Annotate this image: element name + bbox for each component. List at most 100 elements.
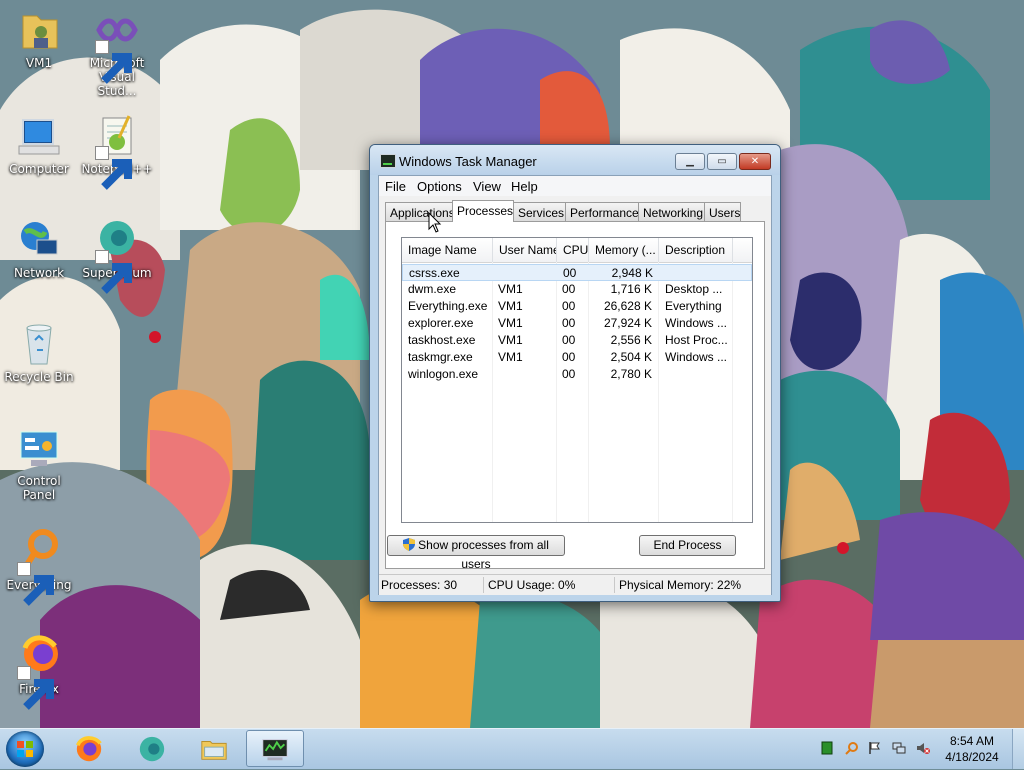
tray-search-icon[interactable]	[845, 741, 859, 755]
process-cell-image: Everything.exe	[408, 299, 488, 313]
status-physical-memory: Physical Memory: 22%	[619, 578, 742, 592]
desktop-icon-supermium[interactable]: Supermium	[79, 216, 155, 294]
desktop-icon-everything[interactable]: Everything	[1, 528, 77, 606]
desktop-icon-firefox[interactable]: Firefox	[1, 632, 77, 710]
desktop-icon-label: Network	[13, 266, 65, 280]
process-cell-image: taskhost.exe	[408, 333, 476, 347]
menu-view[interactable]: View	[473, 179, 501, 194]
taskbar-firefox[interactable]	[61, 730, 117, 767]
desktop-icon-network[interactable]: Network	[1, 216, 77, 280]
processes-panel: Image Name User Name CPU Memory (... Des…	[385, 221, 765, 571]
desktop-icon-computer[interactable]: Computer	[1, 112, 77, 176]
minimize-button[interactable]: ▁	[675, 153, 705, 170]
firefox-icon	[76, 735, 102, 761]
tab-networking[interactable]: Networking	[638, 202, 705, 221]
process-row[interactable]: winlogon.exe 00 2,780 K	[402, 366, 752, 383]
process-cell-memory: 2,504 K	[610, 350, 652, 364]
process-row[interactable]: dwm.exe VM1 00 1,716 K Desktop ...	[402, 281, 752, 298]
process-cell-cpu: 00	[562, 299, 576, 313]
process-list[interactable]: Image Name User Name CPU Memory (... Des…	[401, 237, 753, 523]
firefox-icon	[15, 632, 63, 710]
user-folder-icon	[15, 6, 63, 54]
window-client-area: File Options View Help Applications Proc…	[378, 175, 772, 595]
desktop-icon-recycle-bin[interactable]: Recycle Bin	[1, 320, 77, 384]
uac-shield-icon	[403, 538, 416, 551]
column-memory[interactable]: Memory (...	[589, 238, 659, 262]
process-cell-user: VM1	[498, 350, 523, 364]
process-cell-user: VM1	[498, 282, 523, 296]
action-center-flag-icon[interactable]	[868, 741, 882, 755]
column-description[interactable]: Description	[659, 238, 733, 262]
tab-users[interactable]: Users	[704, 202, 741, 221]
control-panel-icon	[15, 424, 63, 472]
taskbar: 8:54 AM 4/18/2024	[0, 728, 1024, 769]
computer-icon	[15, 112, 63, 160]
taskbar-clock[interactable]: 8:54 AM 4/18/2024	[940, 733, 1004, 765]
tab-processes[interactable]: Processes	[452, 200, 514, 222]
process-cell-image: csrss.exe	[409, 266, 460, 280]
end-process-button[interactable]: End Process	[639, 535, 736, 556]
network-tray-icon[interactable]	[892, 741, 906, 755]
tab-services[interactable]: Services	[513, 202, 566, 221]
tab-applications[interactable]: Applications	[385, 202, 455, 221]
supermium-icon	[139, 736, 165, 761]
process-cell-user: VM1	[498, 316, 523, 330]
desktop-icon-label: Control Panel	[17, 474, 61, 502]
process-cell-cpu: 00	[562, 350, 576, 364]
everything-search-icon	[15, 528, 63, 606]
shortcut-arrow-icon	[95, 250, 132, 294]
maximize-button[interactable]: ▭	[707, 153, 737, 170]
show-all-processes-button[interactable]: Show processes from all users	[387, 535, 565, 571]
close-button[interactable]: ✕	[739, 153, 771, 170]
desktop-icon-notepadpp[interactable]: Notepad++	[79, 112, 155, 190]
volume-muted-icon[interactable]	[916, 741, 930, 755]
shortcut-arrow-icon	[17, 666, 54, 710]
process-cell-image: taskmgr.exe	[408, 350, 473, 364]
process-cell-memory: 27,924 K	[603, 316, 652, 330]
shortcut-arrow-icon	[17, 562, 54, 606]
menu-file[interactable]: File	[385, 179, 406, 194]
desktop-icon-label: VM1	[25, 56, 53, 70]
process-row[interactable]: explorer.exe VM1 00 27,924 K Windows ...	[402, 315, 752, 332]
desktop-icon-control-panel[interactable]: Control Panel	[1, 424, 77, 502]
process-row[interactable]: taskmgr.exe VM1 00 2,504 K Windows ...	[402, 349, 752, 366]
menu-options[interactable]: Options	[417, 179, 462, 194]
column-image-name[interactable]: Image Name	[402, 238, 493, 262]
desktop-icon-vm1[interactable]: VM1	[1, 6, 77, 70]
window-title: Windows Task Manager	[399, 154, 537, 169]
mouse-cursor-icon	[428, 212, 442, 233]
menu-bar: File Options View Help	[379, 176, 771, 196]
menu-help[interactable]: Help	[511, 179, 538, 194]
process-row[interactable]: csrss.exe 00 2,948 K	[402, 264, 752, 281]
process-cell-cpu: 00	[562, 333, 576, 347]
taskbar-supermium[interactable]	[124, 730, 180, 767]
title-bar[interactable]: Windows Task Manager ▁ ▭ ✕	[370, 145, 780, 175]
process-row[interactable]: taskhost.exe VM1 00 2,556 K Host Proc...	[402, 332, 752, 349]
tab-performance[interactable]: Performance	[565, 202, 639, 221]
start-button[interactable]	[6, 731, 44, 767]
process-cell-user: VM1	[498, 299, 523, 313]
process-cell-cpu: 00	[562, 282, 576, 296]
desktop-icon-label: Computer	[9, 162, 69, 176]
clock-time: 8:54 AM	[949, 734, 995, 748]
process-cell-memory: 2,556 K	[610, 333, 652, 347]
taskbar-task-manager[interactable]	[246, 730, 304, 767]
process-cell-cpu: 00	[562, 367, 576, 381]
process-cell-memory: 1,716 K	[610, 282, 652, 296]
visual-studio-icon	[93, 6, 141, 84]
tray-task-manager-icon[interactable]	[820, 741, 834, 755]
process-cell-image: winlogon.exe	[408, 367, 479, 381]
process-cell-memory: 2,780 K	[610, 367, 652, 381]
process-cell-image: explorer.exe	[408, 316, 474, 330]
notepadpp-icon	[93, 112, 141, 190]
desktop-icon-visual-studio[interactable]: Microsoft Visual Stud...	[79, 6, 155, 98]
taskbar-windows-explorer[interactable]	[186, 730, 242, 767]
column-user-name[interactable]: User Name	[493, 238, 557, 262]
process-cell-description: Host Proc...	[665, 333, 728, 347]
process-row[interactable]: Everything.exe VM1 00 26,628 K Everything	[402, 298, 752, 315]
process-cell-description: Windows ...	[665, 350, 728, 364]
task-manager-icon	[380, 154, 396, 168]
show-desktop-button[interactable]	[1012, 729, 1024, 769]
status-processes: Processes: 30	[380, 577, 484, 593]
column-cpu[interactable]: CPU	[557, 238, 589, 262]
